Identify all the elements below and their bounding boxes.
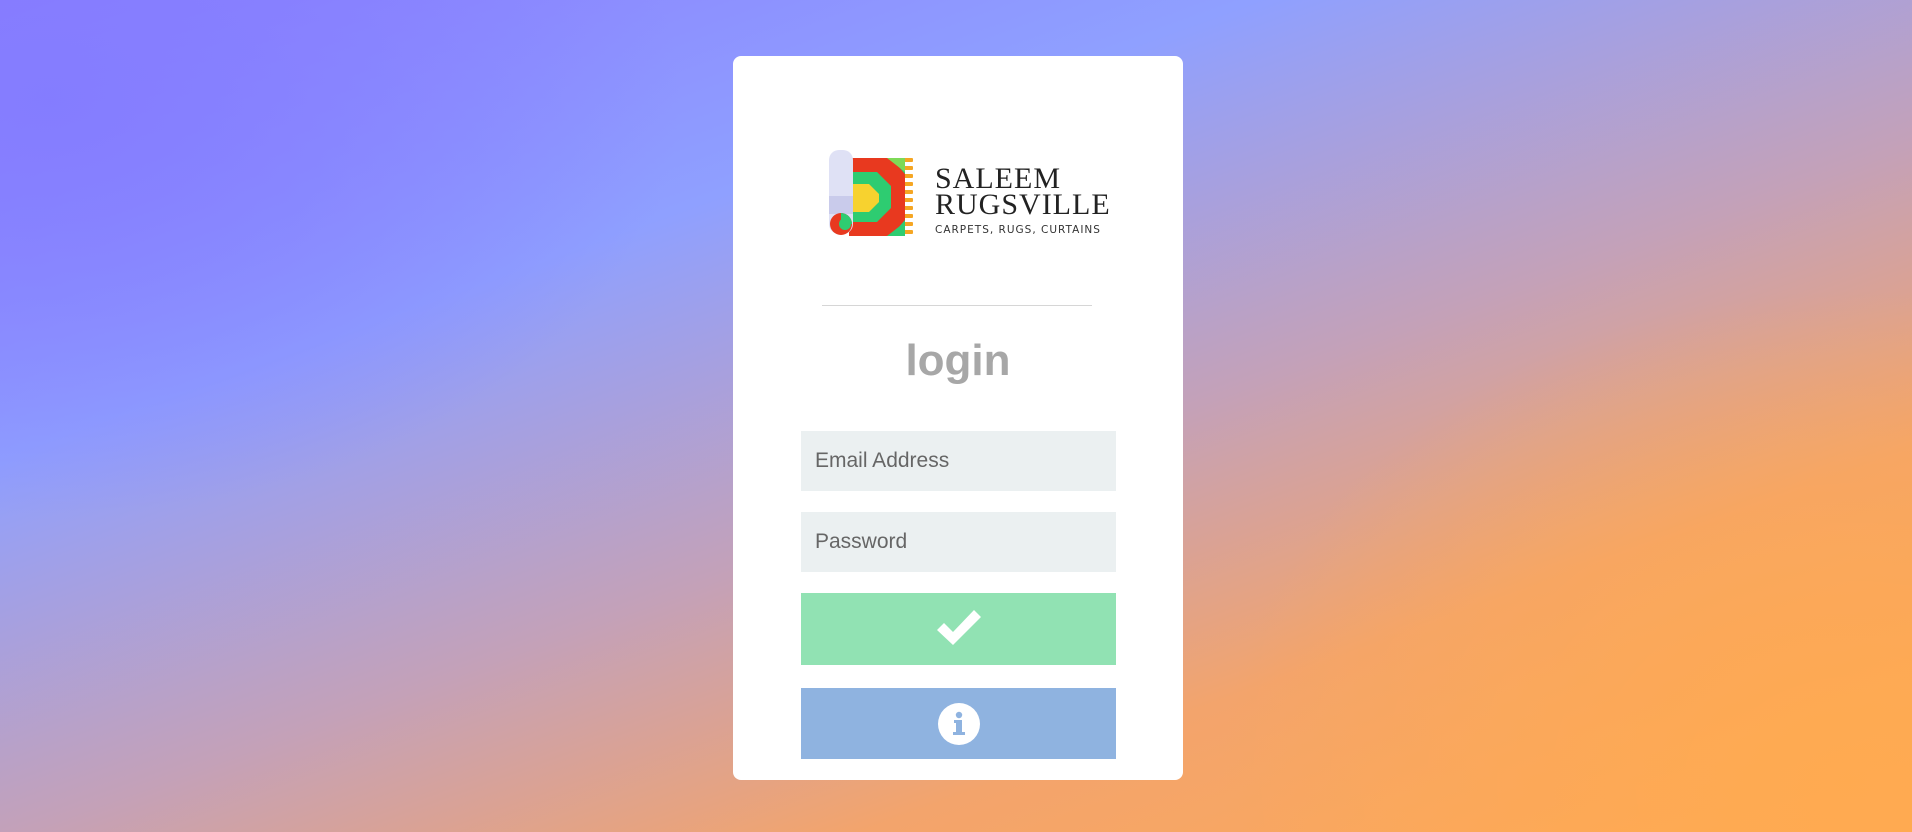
password-field[interactable]	[801, 512, 1116, 572]
login-submit-button[interactable]	[801, 593, 1116, 665]
brand-name-line2: RUGSVILLE	[935, 188, 1111, 221]
check-icon	[936, 610, 981, 645]
email-field[interactable]	[801, 431, 1116, 491]
divider	[822, 305, 1092, 306]
brand-tagline: CARPETS, RUGS, CURTAINS	[935, 224, 1101, 236]
info-icon	[937, 702, 980, 745]
page-title: login	[905, 336, 1011, 385]
brand-logo: SALEEM RUGSVILLE CARPETS, RUGS, CURTAINS	[829, 150, 1110, 242]
brand-wordmark: SALEEM RUGSVILLE CARPETS, RUGS, CURTAINS	[935, 164, 1111, 237]
info-button[interactable]	[801, 688, 1116, 759]
rug-roll-logo-icon	[829, 150, 913, 236]
login-card: SALEEM RUGSVILLE CARPETS, RUGS, CURTAINS…	[733, 56, 1183, 780]
